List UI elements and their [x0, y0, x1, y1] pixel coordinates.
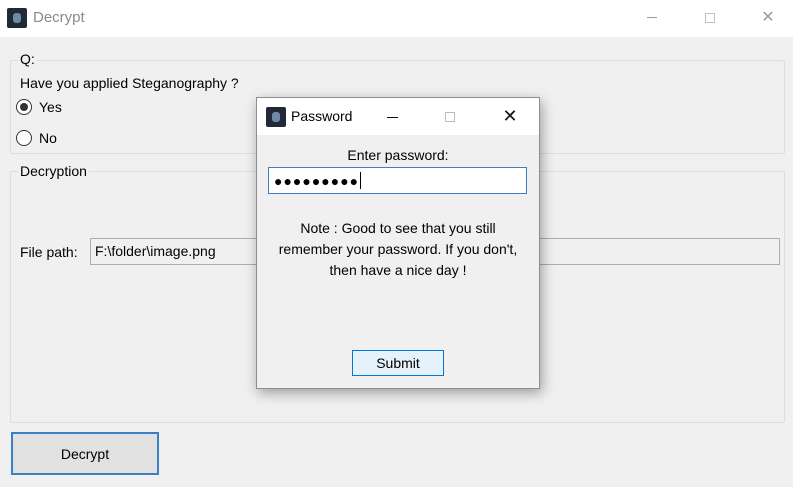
- radio-no-label[interactable]: No: [39, 130, 57, 146]
- steganography-question: Have you applied Steganography ?: [20, 75, 239, 91]
- text-caret: [360, 172, 362, 189]
- maximize-icon: [445, 112, 455, 123]
- app-icon: [7, 8, 27, 28]
- dialog-maximize-button[interactable]: [421, 98, 479, 135]
- file-path-label: File path:: [20, 244, 78, 260]
- password-dialog: Password ✕ Enter password: ●●●●●●●●● Not…: [256, 97, 540, 389]
- close-icon: ✕: [502, 106, 518, 126]
- dialog-note: Note : Good to see that you still rememb…: [278, 220, 518, 278]
- dialog-titlebar: Password ✕: [257, 98, 539, 135]
- maximize-button[interactable]: [682, 0, 738, 37]
- decrypt-button[interactable]: Decrypt: [11, 432, 159, 475]
- password-masked-value: ●●●●●●●●●: [274, 172, 360, 189]
- close-button[interactable]: ✕: [740, 0, 793, 37]
- minimize-icon: [386, 116, 398, 118]
- radio-yes-indicator[interactable]: [16, 99, 32, 115]
- dialog-title: Password: [291, 108, 353, 124]
- maximize-icon: [705, 12, 715, 23]
- question-legend: Q:: [18, 51, 37, 67]
- radio-yes-label[interactable]: Yes: [39, 99, 62, 115]
- close-icon: ✕: [761, 9, 775, 26]
- password-input[interactable]: ●●●●●●●●●: [268, 167, 527, 194]
- main-titlebar: Decrypt ✕: [0, 0, 793, 37]
- radio-no-indicator[interactable]: [16, 130, 32, 146]
- submit-button[interactable]: Submit: [352, 350, 444, 376]
- dialog-app-icon: [266, 107, 286, 127]
- window-title: Decrypt: [33, 9, 85, 26]
- radio-no[interactable]: No: [16, 128, 57, 148]
- dialog-minimize-button[interactable]: [363, 98, 421, 135]
- minimize-icon: [647, 17, 657, 19]
- password-prompt: Enter password:: [347, 147, 449, 163]
- radio-yes[interactable]: Yes: [16, 97, 62, 117]
- decryption-legend: Decryption: [18, 163, 89, 179]
- minimize-button[interactable]: [624, 0, 680, 37]
- dialog-close-button[interactable]: ✕: [481, 98, 539, 135]
